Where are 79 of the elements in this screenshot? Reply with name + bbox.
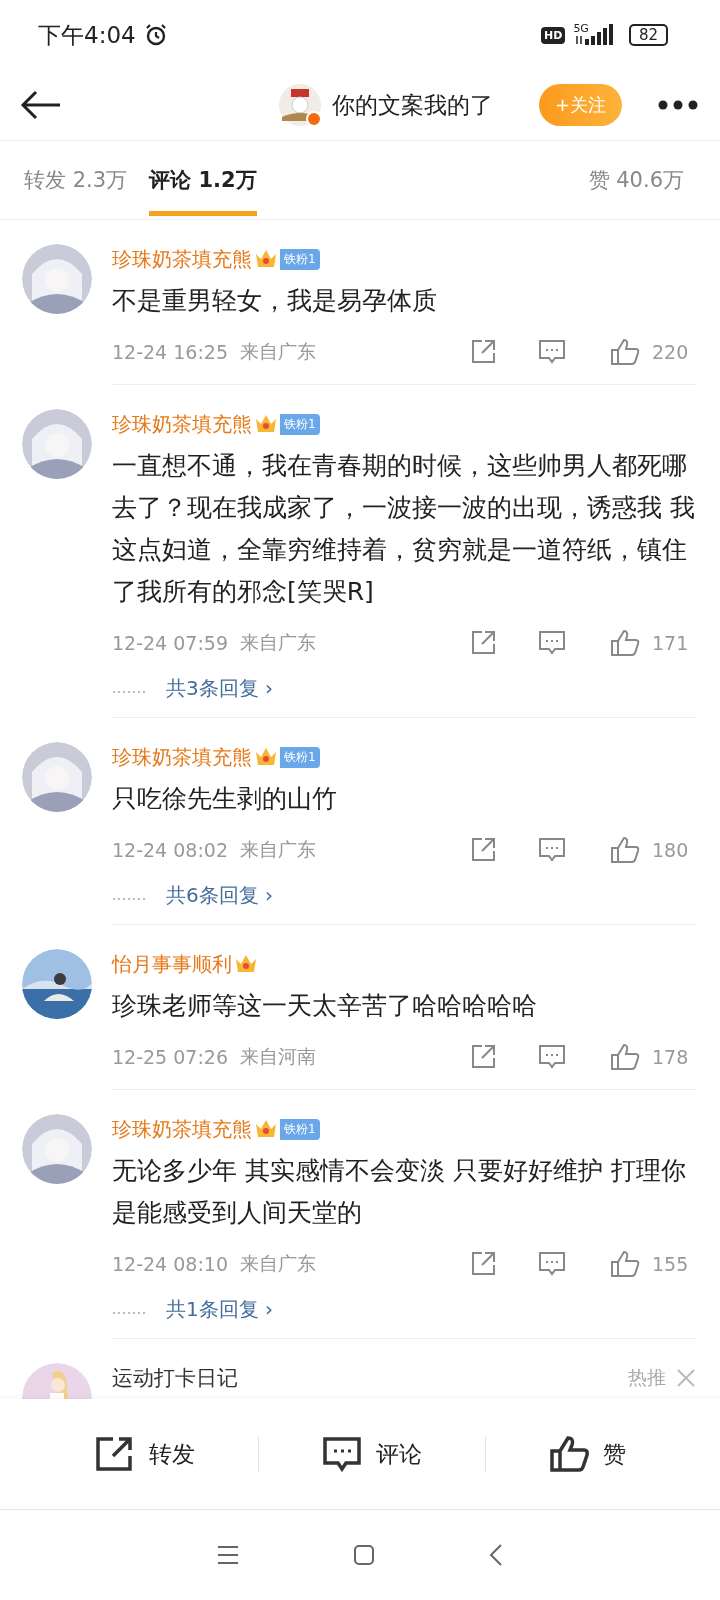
comment-icon[interactable] — [538, 339, 566, 365]
like-icon[interactable] — [610, 1250, 640, 1278]
comment-text: 只吃徐先生剥的山竹 — [112, 783, 338, 815]
close-icon[interactable] — [676, 1368, 696, 1388]
share-icon[interactable] — [470, 339, 496, 365]
comment-time: 12-24 08:02 — [112, 839, 228, 861]
like-icon — [548, 1435, 589, 1473]
comment-text: 不是重男轻女，我是易孕体质 — [112, 285, 438, 317]
comment-time: 12-24 08:10 — [112, 1253, 228, 1275]
comment-time: 12-24 07:59 — [112, 632, 228, 654]
share-icon[interactable] — [470, 837, 496, 863]
comment-button[interactable]: 评论 — [315, 1435, 428, 1473]
dotted-line-icon — [112, 689, 148, 694]
comment-text: 珍珠老师等这一天太辛苦了哈哈哈哈哈 — [112, 990, 538, 1022]
user-name[interactable]: 珍珠奶茶填充熊 — [112, 743, 252, 771]
replies-link[interactable]: 共1条回复 › — [166, 1295, 274, 1323]
like-count: 155 — [652, 1253, 690, 1275]
comment-location: 来自广东 — [240, 339, 316, 364]
comment-icon[interactable] — [538, 837, 566, 863]
hd-icon: HD — [541, 26, 566, 44]
share-icon[interactable] — [470, 1251, 496, 1277]
like-button[interactable]: 赞 — [542, 1434, 632, 1474]
like-count: 180 — [652, 839, 690, 861]
user-name[interactable]: 怡月事事顺利 — [112, 950, 232, 978]
like-count: 171 — [652, 632, 690, 654]
tab[interactable]: 转发 2.3万 — [24, 144, 128, 216]
back-icon[interactable] — [20, 89, 62, 121]
comment-text: 无论多少年 其实感情不会变淡 只要好好维护 打理你是能感受到人间天堂的 — [112, 1155, 687, 1229]
replies-link[interactable]: 共3条回复 › — [166, 674, 274, 702]
comment-time: 12-24 16:25 — [112, 341, 228, 363]
comment-time: 12-25 07:26 — [112, 1046, 228, 1068]
comment-icon[interactable] — [538, 1251, 566, 1277]
likes-tab[interactable]: 赞 40.6万 — [588, 144, 684, 216]
share-icon[interactable] — [470, 1044, 496, 1070]
menu-icon[interactable] — [217, 1545, 239, 1565]
like-icon[interactable] — [610, 338, 640, 366]
signal-icon — [574, 24, 615, 46]
share-icon — [94, 1436, 135, 1472]
dotted-line-icon — [112, 896, 148, 901]
comment-location: 来自广东 — [240, 1251, 316, 1276]
comment-location: 来自广东 — [240, 630, 316, 655]
crown-icon — [234, 953, 258, 975]
dotted-line-icon — [112, 1310, 148, 1315]
user-name[interactable]: 珍珠奶茶填充熊 — [112, 1115, 252, 1143]
crown-icon — [254, 1118, 278, 1140]
tab[interactable]: 评论 1.2万 — [149, 144, 257, 216]
like-count: 220 — [652, 341, 690, 363]
comment-text: 一直想不通，我在青春期的时候，这些帅男人都死哪去了？现在我成家了，一波接一波的出现，诱惑我 我这点妇道，全靠穷维持着，贫穷就是一道符纸，镇住了我所有的邪念[笑哭R] — [112, 450, 696, 608]
user-name[interactable]: 运动打卡日记 — [112, 1364, 238, 1392]
crown-icon — [254, 746, 278, 768]
avatar[interactable] — [277, 83, 322, 127]
like-icon[interactable] — [610, 1043, 640, 1071]
account-name[interactable]: 你的文案我的了 — [331, 89, 493, 121]
replies-link[interactable]: 共6条回复 › — [166, 881, 274, 909]
fan-badge: 铁粉1 — [280, 413, 320, 435]
comment-icon[interactable] — [538, 1044, 566, 1070]
network-type: 5G — [573, 22, 589, 35]
comment-icon — [321, 1436, 362, 1472]
user-name[interactable]: 珍珠奶茶填充熊 — [112, 410, 252, 438]
share-icon[interactable] — [470, 630, 496, 656]
promoted-tag: 热推 — [628, 1365, 666, 1391]
repost-button[interactable]: 转发 — [88, 1435, 201, 1473]
avatar[interactable] — [22, 949, 92, 1019]
comment-location: 来自河南 — [240, 1044, 316, 1069]
like-count: 178 — [652, 1046, 690, 1068]
like-icon[interactable] — [610, 629, 640, 657]
crown-icon — [254, 413, 278, 435]
battery-level: 82 — [628, 24, 668, 46]
status-time: 下午4:04 — [38, 20, 136, 50]
like-icon[interactable] — [610, 836, 640, 864]
fan-badge: 铁粉1 — [280, 746, 320, 768]
comment-location: 来自广东 — [240, 837, 316, 862]
fan-badge: 铁粉1 — [280, 248, 320, 270]
comment-icon[interactable] — [538, 630, 566, 656]
user-name[interactable]: 珍珠奶茶填充熊 — [112, 245, 252, 273]
home-icon[interactable] — [353, 1544, 375, 1566]
crown-icon — [254, 248, 278, 270]
fan-badge: 铁粉1 — [280, 1118, 320, 1140]
more-icon[interactable] — [658, 100, 698, 110]
